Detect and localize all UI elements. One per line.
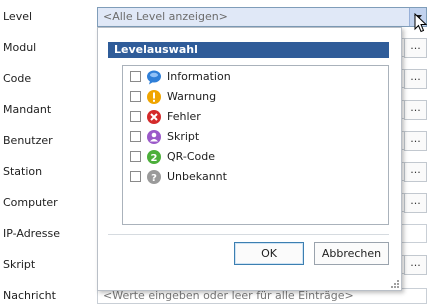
label-benutzer: Benutzer [3,134,53,147]
modul-browse-button[interactable]: ... [404,38,427,58]
level-select[interactable]: <Alle Level anzeigen> [97,7,427,27]
station-browse-button[interactable]: ... [404,162,427,182]
checkbox[interactable] [130,111,141,122]
label-modul: Modul [3,41,37,54]
checkbox[interactable] [130,71,141,82]
qr-code-icon: 2 [147,150,161,164]
popup-title: Levelauswahl [108,42,389,58]
level-item-label: Information [167,70,231,83]
unknown-icon: ? [147,170,161,184]
checkbox[interactable] [130,151,141,162]
error-icon [147,110,161,124]
skript-browse-button[interactable]: ... [404,255,427,275]
label-station: Station [3,165,43,178]
computer-browse-button[interactable]: ... [404,193,427,213]
warning-icon [147,90,161,104]
cancel-button[interactable]: Abbrechen [314,242,389,265]
label-code: Code [3,72,32,85]
script-icon [147,130,161,144]
resize-grip-icon[interactable] [390,279,399,288]
mouse-cursor-icon [414,13,427,33]
level-checklist: Information Warnung Fehler Skript 2 QR-C… [122,65,389,225]
benutzer-browse-button[interactable]: ... [404,131,427,151]
level-item-label: Skript [167,130,200,143]
level-item-label: Warnung [167,90,217,103]
label-nachricht: Nachricht [3,289,56,302]
label-ip-adresse: IP-Adresse [3,227,60,240]
level-item-label: Unbekannt [167,170,227,183]
code-browse-button[interactable]: ... [404,69,427,89]
label-level: Level [3,10,33,23]
checkbox[interactable] [130,171,141,182]
mandant-browse-button[interactable]: ... [404,100,427,120]
label-skript: Skript [3,258,36,271]
checkbox[interactable] [130,131,141,142]
label-mandant: Mandant [3,103,52,116]
label-computer: Computer [3,196,58,209]
level-item-label: Fehler [167,110,201,123]
level-item-label: QR-Code [167,150,215,163]
checkbox[interactable] [130,91,141,102]
divider [108,234,389,235]
information-icon [147,70,161,85]
svg-text:2: 2 [151,153,158,164]
svg-text:?: ? [151,173,157,184]
ok-button[interactable]: OK [234,242,304,265]
level-selection-popup: Levelauswahl Information Warnung Fehler … [97,27,402,291]
level-select-value: <Alle Level anzeigen> [103,10,228,23]
